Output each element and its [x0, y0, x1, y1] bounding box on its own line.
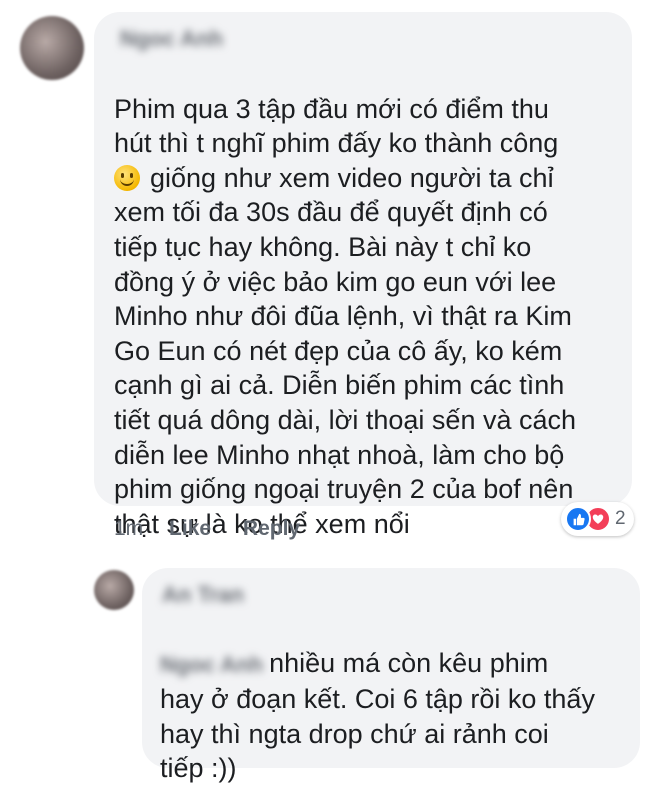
reply-text: Ngoc Anh nhiều má còn kêu phim hay ở đoạn … [160, 611, 636, 786]
comment-text-lines: Phim qua 3 tập đầu mới có điểm thu hút t… [114, 93, 559, 159]
slightly-smiling-face-icon [114, 164, 140, 191]
comment-actions: 1m Like Reply [114, 517, 300, 541]
reply-avatar[interactable] [94, 570, 134, 610]
reply-bubble: An Tran Ngoc Anh nhiều má còn kêu phim hay… [142, 568, 640, 783]
like-reaction-icon [565, 506, 591, 532]
comment-text-rest: xem tối đa 30s đầu để quyết định có tiếp… [114, 197, 577, 539]
tagged-name-redacted[interactable]: Ngoc Anh [160, 648, 263, 683]
reply-button[interactable]: Reply [243, 517, 300, 540]
reply-author-name-redacted[interactable]: An Tran [162, 582, 244, 608]
reaction-summary[interactable]: 2 [561, 502, 634, 536]
reaction-count: 2 [615, 508, 626, 529]
comment-text-after-emoji: giống như xem video người ta chỉ [150, 162, 554, 193]
like-button[interactable]: Like [169, 517, 211, 540]
comment-text: Phim qua 3 tập đầu mới có điểm thu hút t… [114, 57, 624, 541]
commenter-avatar[interactable] [20, 16, 84, 80]
comment-author-name-redacted[interactable]: Ngoc Anh [120, 26, 223, 52]
reply-text-rest: hay ở đoạn kết. Coi 6 tập rồi ko thấy ha… [160, 684, 595, 784]
comment-bubble: Ngoc Anh Phim qua 3 tập đầu mới có điểm … [94, 12, 632, 539]
comment-timestamp[interactable]: 1m [114, 517, 143, 540]
reply-first-line: nhiều má còn kêu phim [269, 647, 549, 678]
